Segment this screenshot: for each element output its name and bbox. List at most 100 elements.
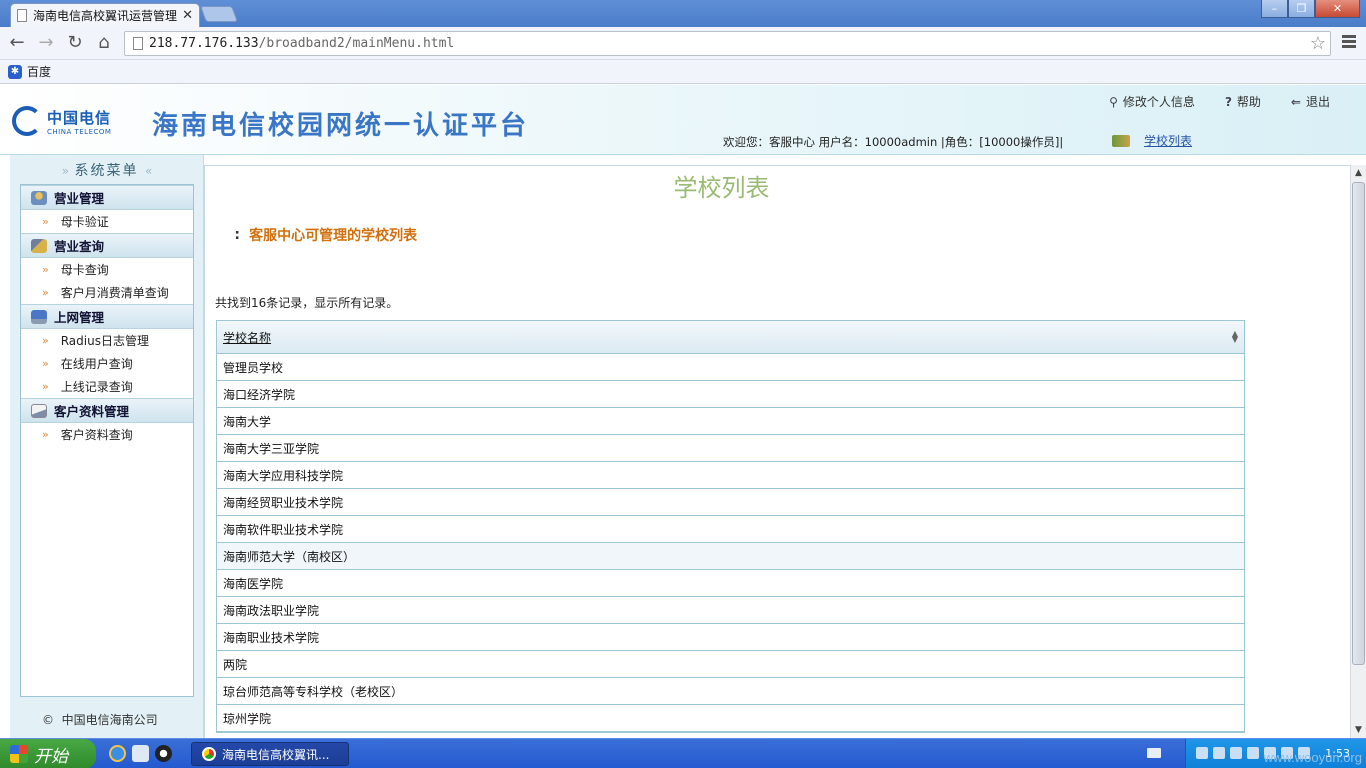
start-label: 开始 (34, 746, 68, 767)
school-name-cell: 海口经济学院 (223, 387, 296, 402)
main-content: 学校列表 ∶ 客服中心可管理的学校列表 共找到16条记录，显示所有记录。 学校名称… (204, 165, 1350, 738)
table-row[interactable]: 管理员学校 (217, 354, 1244, 381)
menu-item-login-records[interactable]: » 上线记录查询 (21, 375, 193, 398)
document-icon (133, 37, 143, 50)
school-name-cell: 海南政法职业学院 (223, 603, 320, 618)
table-row[interactable]: 海南经贸职业技术学院 (217, 489, 1244, 516)
browser-tabstrip: 海南电信高校翼讯运营管理 ✕ – ❐ ✕ (0, 0, 1366, 27)
books-icon (1112, 134, 1130, 147)
menu-item-label: Radius日志管理 (60, 334, 149, 348)
qq-icon[interactable] (155, 745, 172, 762)
vertical-scrollbar[interactable]: ▲ ▼ (1350, 165, 1366, 738)
records-found: 共找到16条记录，显示所有记录。 (215, 296, 399, 310)
minimize-button[interactable]: – (1261, 0, 1288, 18)
menu-item-label: 母卡查询 (60, 263, 109, 277)
menu-item-radius-log[interactable]: » Radius日志管理 (21, 329, 193, 352)
user-icon (31, 190, 47, 205)
school-name-cell: 海南大学 (223, 414, 272, 429)
double-arrow-icon: » (42, 263, 49, 276)
edit-profile-link[interactable]: ⚲ 修改个人信息 (1109, 93, 1195, 110)
computer-icon (31, 309, 47, 324)
network-icon[interactable] (1196, 747, 1208, 759)
browser-menu-icon[interactable] (1342, 35, 1356, 50)
table-row[interactable]: 琼台师范高等专科学校（老校区） (217, 678, 1244, 705)
scrollbar-thumb[interactable] (1352, 182, 1365, 665)
school-table: 学校名称 ▲ ▼ 管理员学校海口经济学院 海南大学海南大学三亚学院海南大学应用科技学… (216, 320, 1245, 733)
chrome-icon (202, 747, 216, 761)
table-header[interactable]: 学校名称 ▲ ▼ (217, 321, 1244, 354)
back-arrow-icon[interactable]: ← (6, 33, 28, 55)
table-row[interactable]: 海南职业技术学院 (217, 624, 1244, 651)
table-body: 管理员学校海口经济学院 海南大学海南大学三亚学院海南大学应用科技学院 海南经贸职业技… (217, 354, 1244, 732)
keyboard-icon[interactable] (1147, 748, 1161, 758)
ie-icon[interactable] (109, 745, 126, 762)
copyright-text: 中国电信海南公司 (61, 713, 158, 727)
school-name-cell: 海南师范大学（南校区） (223, 549, 356, 564)
table-row[interactable]: 海南大学三亚学院 (217, 435, 1244, 462)
table-row[interactable]: 海南医学院 (217, 570, 1244, 597)
browser-toolbar: ← → ↻ ⌂ 218.77.176.133/broadband2/mainMe… (0, 27, 1366, 60)
school-list-link[interactable]: 学校列表 (1144, 132, 1192, 149)
desktop-icon[interactable] (132, 745, 149, 762)
menu-group-customer[interactable]: 客户资料管理 (21, 398, 193, 423)
bookmark-star-icon[interactable]: ☆ (1310, 33, 1326, 54)
column-header-school-name[interactable]: 学校名称 (223, 329, 271, 346)
logout-link[interactable]: ⇐ 退出 (1291, 93, 1330, 110)
security-icon[interactable] (1247, 747, 1259, 759)
sidebar-menu: 营业管理 » 母卡验证 营业查询 » 母卡查询 » 客户月消费清单查询 上网管理 » R… (20, 184, 194, 697)
watermark: www.wooyun.org (1263, 750, 1362, 765)
forward-arrow-icon[interactable]: → (35, 33, 57, 55)
section-subtitle: ∶ 客服中心可管理的学校列表 (235, 225, 417, 245)
table-row[interactable]: 海南软件职业技术学院 (217, 516, 1244, 543)
help-label: 帮助 (1236, 95, 1261, 109)
new-tab-button[interactable] (200, 6, 238, 22)
window-controls: – ❐ ✕ (1261, 0, 1360, 18)
menu-item-card-query[interactable]: » 母卡查询 (21, 258, 193, 281)
school-name-cell: 管理员学校 (223, 360, 284, 375)
table-row[interactable]: 海南大学应用科技学院 (217, 462, 1244, 489)
double-chevron-left-icon: « (144, 164, 152, 178)
menu-group-query[interactable]: 营业查询 (21, 233, 193, 258)
page-title: 学校列表 (673, 174, 770, 202)
close-window-button[interactable]: ✕ (1315, 0, 1360, 18)
table-row[interactable]: 两院 (217, 651, 1244, 678)
menu-group-network[interactable]: 上网管理 (21, 304, 193, 329)
table-row[interactable]: 海南政法职业学院 (217, 597, 1244, 624)
menu-item-customer-query[interactable]: » 客户资料查询 (21, 423, 193, 446)
table-row[interactable]: 海南师范大学（南校区） (217, 543, 1244, 570)
table-row[interactable]: 海口经济学院 (217, 381, 1244, 408)
start-button[interactable]: 开始 (0, 739, 96, 768)
browser-tab[interactable]: 海南电信高校翼讯运营管理 ✕ (10, 3, 200, 27)
scroll-down-icon[interactable]: ▼ (1351, 722, 1366, 738)
china-telecom-logo: 中国电信 CHINA TELECOM (12, 106, 111, 136)
table-row[interactable]: 海南大学 (217, 408, 1244, 435)
question-icon: ? (1224, 95, 1232, 109)
scroll-up-icon[interactable]: ▲ (1351, 165, 1366, 181)
taskbar-browser-window[interactable]: 海南电信高校翼讯... (191, 742, 349, 766)
brand-name-cn: 中国电信 (47, 108, 112, 127)
telecom-swirl-icon (12, 106, 42, 136)
home-icon[interactable]: ⌂ (93, 33, 115, 55)
windows-flag-icon (10, 745, 28, 763)
table-row[interactable]: 琼州学院 (217, 705, 1244, 732)
maximize-button[interactable]: ❐ (1288, 0, 1315, 18)
reload-icon[interactable]: ↻ (64, 33, 86, 55)
bookmark-baidu[interactable]: 百度 (27, 63, 51, 80)
school-name-cell: 海南大学三亚学院 (223, 441, 320, 456)
menu-group-label: 营业查询 (54, 239, 105, 254)
menu-item-label: 客户资料查询 (60, 428, 133, 442)
help-link[interactable]: ? 帮助 (1225, 93, 1261, 110)
menu-group-business[interactable]: 营业管理 (21, 185, 193, 210)
sort-arrows-icon[interactable]: ▲ ▼ (1232, 330, 1238, 344)
menu-item-monthly-bill[interactable]: » 客户月消费清单查询 (21, 281, 193, 304)
double-arrow-icon: » (42, 286, 49, 299)
tray-app-icon[interactable] (1213, 747, 1225, 759)
double-arrow-icon: » (42, 357, 49, 370)
menu-item-card-verify[interactable]: » 母卡验证 (21, 210, 193, 233)
tab-close-icon[interactable]: ✕ (182, 8, 193, 23)
address-bar[interactable]: 218.77.176.133/broadband2/mainMenu.html … (124, 31, 1331, 56)
sidebar-title: 系统菜单 (74, 163, 139, 179)
menu-item-online-users[interactable]: » 在线用户查询 (21, 352, 193, 375)
volume-icon[interactable] (1230, 747, 1242, 759)
bullet-icon: ∶ (235, 228, 240, 244)
